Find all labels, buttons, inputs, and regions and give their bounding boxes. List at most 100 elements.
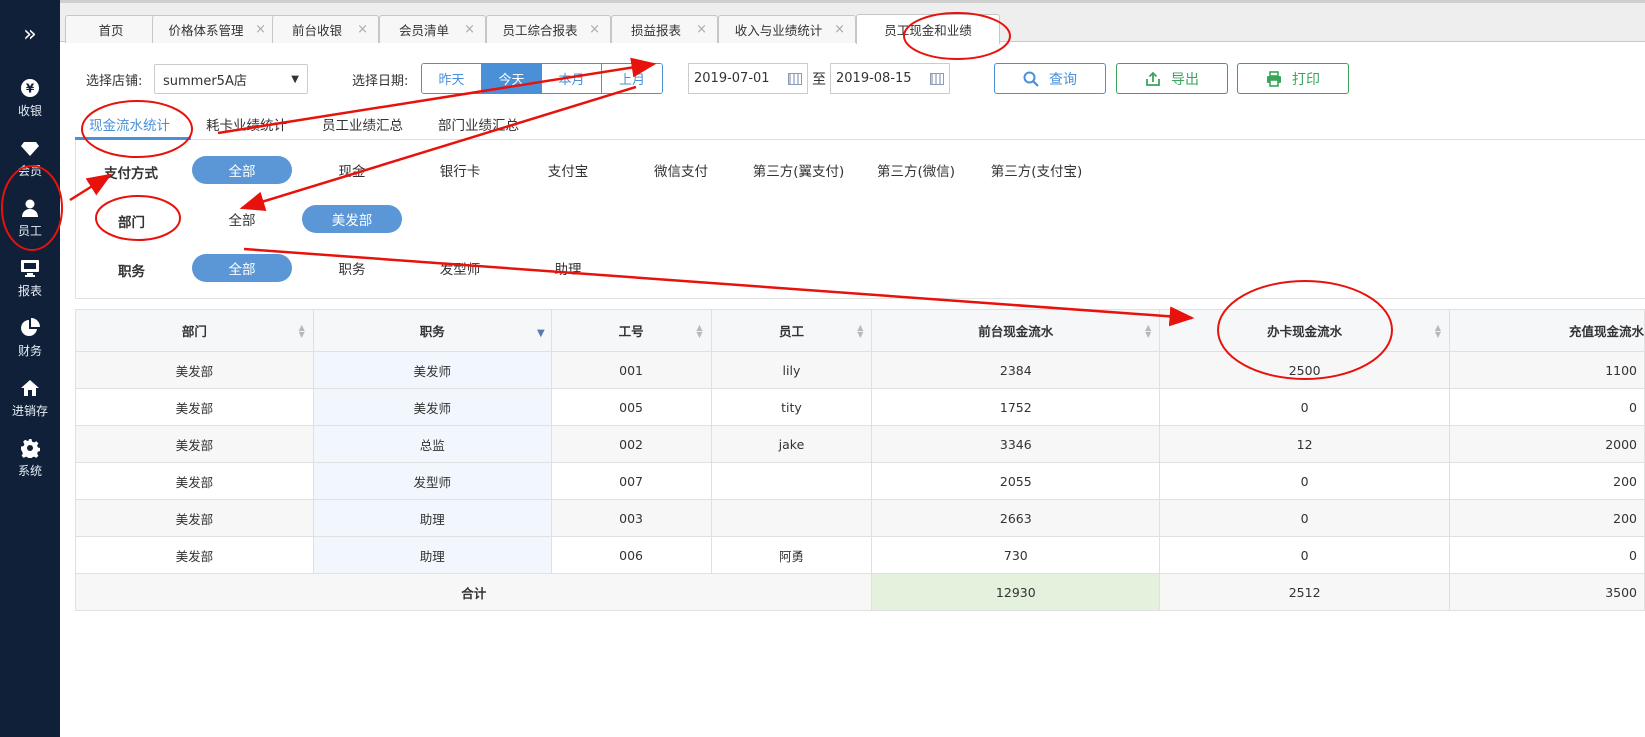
tab-income-stats[interactable]: 收入与业绩统计 × [718, 15, 856, 43]
total-front-cash: 12930 [871, 573, 1161, 611]
subtab-staff-summary[interactable]: 员工业绩汇总 [322, 114, 403, 134]
column-header-card-cash[interactable]: 办卡现金流水 ▲ ▼ [1159, 309, 1451, 352]
store-select[interactable]: summer5A店 ▼ [154, 64, 308, 94]
cell-role: 助理 [312, 536, 552, 574]
sort-icon[interactable]: ▲ ▼ [857, 324, 863, 339]
payment-option-wechat-pay[interactable]: 微信支付 [626, 156, 736, 184]
cash-flow-table: 部门 ▲ ▼ 职务 ▼ 工号 ▲ ▼ 员工 ▲ ▼ 前台现金流水 ▲ ▼ 办卡现金流水 ▲ ▼ 充值现… [74, 309, 1645, 611]
cell-dept: 美发部 [75, 499, 314, 537]
payment-option-third-party-yipay[interactable]: 第三方(翼支付) [741, 156, 856, 184]
table-row[interactable]: 美发部 美发师 001 lily 2384 2500 1100 [75, 351, 1645, 389]
cell-employee [710, 462, 873, 500]
cell-card-cash: 0 [1159, 462, 1451, 500]
role-option-assistant[interactable]: 助理 [518, 254, 618, 282]
role-option-position[interactable]: 职务 [302, 254, 402, 282]
column-header-role[interactable]: 职务 ▼ [312, 309, 552, 352]
calendar-icon[interactable] [788, 72, 802, 85]
sidebar-toggle-button[interactable]: » [0, 0, 60, 68]
close-icon[interactable]: × [464, 22, 475, 37]
table-total-row: 合计 12930 2512 3500 [74, 573, 1645, 611]
tab-home[interactable]: 首页 [65, 15, 157, 43]
tab-staff-cash-performance[interactable]: 员工现金和业绩 [856, 14, 1000, 44]
query-button[interactable]: 查询 [994, 63, 1106, 94]
print-button[interactable]: 打印 [1237, 63, 1349, 94]
payment-option-cash[interactable]: 现金 [302, 156, 402, 184]
column-header-recharge-cash[interactable]: 充值现金流水 [1449, 309, 1645, 352]
subtab-dept-summary[interactable]: 部门业绩汇总 [438, 114, 519, 134]
payment-option-all[interactable]: 全部 [192, 156, 292, 184]
sidebar-item-reports[interactable]: 报表 [0, 248, 60, 308]
payment-option-third-party-wechat[interactable]: 第三方(微信) [861, 156, 971, 184]
house-icon [20, 378, 40, 398]
close-icon[interactable]: × [589, 22, 600, 37]
filter-panel: 支付方式 全部 现金 银行卡 支付宝 微信支付 第三方(翼支付) 第三方(微信)… [75, 140, 1645, 299]
tab-member-list[interactable]: 会员清单 × [379, 15, 486, 43]
column-header-front-cash[interactable]: 前台现金流水 ▲ ▼ [871, 309, 1161, 352]
cell-employee: tity [710, 388, 873, 426]
sort-icon[interactable]: ▲ ▼ [1145, 324, 1151, 339]
table-row[interactable]: 美发部 助理 003 2663 0 200 [75, 499, 1645, 537]
cell-id: 003 [550, 499, 712, 537]
sort-icon[interactable]: ▲ ▼ [299, 324, 305, 339]
yesterday-button[interactable]: 昨天 [422, 64, 482, 93]
sidebar-item-system[interactable]: 系统 [0, 428, 60, 488]
header-label: 职务 [419, 324, 445, 339]
gear-icon [20, 438, 40, 458]
store-select-value: summer5A店 [163, 73, 247, 89]
this-month-button[interactable]: 本月 [542, 64, 602, 93]
payment-option-alipay[interactable]: 支付宝 [518, 156, 618, 184]
column-header-dept[interactable]: 部门 ▲ ▼ [75, 309, 314, 352]
sort-desc-icon[interactable]: ▼ [537, 328, 545, 339]
sort-icon[interactable]: ▲ ▼ [696, 324, 702, 339]
subtab-cash-flow[interactable]: 现金流水统计 [89, 114, 170, 134]
today-button[interactable]: 今天 [482, 64, 542, 93]
cell-employee [710, 499, 873, 537]
calendar-icon[interactable] [930, 72, 944, 85]
date-to-field[interactable]: 2019-08-15 [830, 63, 950, 94]
sidebar-item-members[interactable]: 会员 [0, 128, 60, 188]
subtab-card-consumption[interactable]: 耗卡业绩统计 [206, 114, 287, 134]
close-icon[interactable]: × [357, 22, 368, 37]
close-icon[interactable]: × [255, 22, 266, 37]
date-from-field[interactable]: 2019-07-01 [688, 63, 808, 94]
dept-option-all[interactable]: 全部 [192, 205, 292, 233]
tab-bar: 首页 价格体系管理 × 前台收银 × 会员清单 × 员工综合报表 × 损益报表 … [60, 0, 1645, 44]
double-chevron-right-icon: » [23, 21, 37, 47]
table-row[interactable]: 美发部 助理 006 阿勇 730 0 0 [75, 536, 1645, 574]
close-icon[interactable]: × [834, 22, 845, 37]
close-icon[interactable]: × [696, 22, 707, 37]
table-row[interactable]: 美发部 总监 002 jake 3346 12 2000 [75, 425, 1645, 463]
table-row[interactable]: 美发部 美发师 005 tity 1752 0 0 [75, 388, 1645, 426]
cell-role: 发型师 [312, 462, 552, 500]
store-label: 选择店铺: [86, 74, 143, 89]
sort-icon[interactable]: ▲ ▼ [1435, 324, 1441, 339]
tab-profit-loss[interactable]: 损益报表 × [611, 15, 718, 43]
date-separator: 至 [812, 72, 826, 88]
dept-option-hair[interactable]: 美发部 [302, 205, 402, 233]
payment-filter-label: 支付方式 [104, 166, 158, 182]
cell-role: 助理 [312, 499, 552, 537]
role-option-stylist[interactable]: 发型师 [410, 254, 510, 282]
role-option-all[interactable]: 全部 [192, 254, 292, 282]
cell-front-cash: 2055 [871, 462, 1161, 500]
sidebar-item-staff[interactable]: 员工 [0, 188, 60, 248]
table-row[interactable]: 美发部 发型师 007 2055 0 200 [75, 462, 1645, 500]
payment-option-third-party-alipay[interactable]: 第三方(支付宝) [974, 156, 1099, 184]
cell-dept: 美发部 [75, 351, 314, 389]
sidebar-item-label: 收银 [17, 103, 42, 118]
tab-front-cashier[interactable]: 前台收银 × [272, 15, 379, 43]
column-header-employee[interactable]: 员工 ▲ ▼ [710, 309, 873, 352]
sidebar-item-finance[interactable]: 财务 [0, 308, 60, 368]
dept-filter-label: 部门 [118, 215, 145, 231]
sidebar-item-label: 员工 [17, 223, 42, 238]
sidebar-item-cashier[interactable]: ¥ 收银 [0, 68, 60, 128]
cell-dept: 美发部 [75, 536, 314, 574]
tab-staff-report[interactable]: 员工综合报表 × [486, 15, 611, 43]
header-label: 办卡现金流水 [1267, 324, 1343, 339]
export-button[interactable]: 导出 [1116, 63, 1228, 94]
payment-option-bank-card[interactable]: 银行卡 [410, 156, 510, 184]
last-month-button[interactable]: 上月 [602, 64, 662, 93]
sidebar-item-inventory[interactable]: 进销存 [0, 368, 60, 428]
tab-price-system[interactable]: 价格体系管理 × [152, 15, 277, 43]
column-header-id[interactable]: 工号 ▲ ▼ [550, 309, 712, 352]
